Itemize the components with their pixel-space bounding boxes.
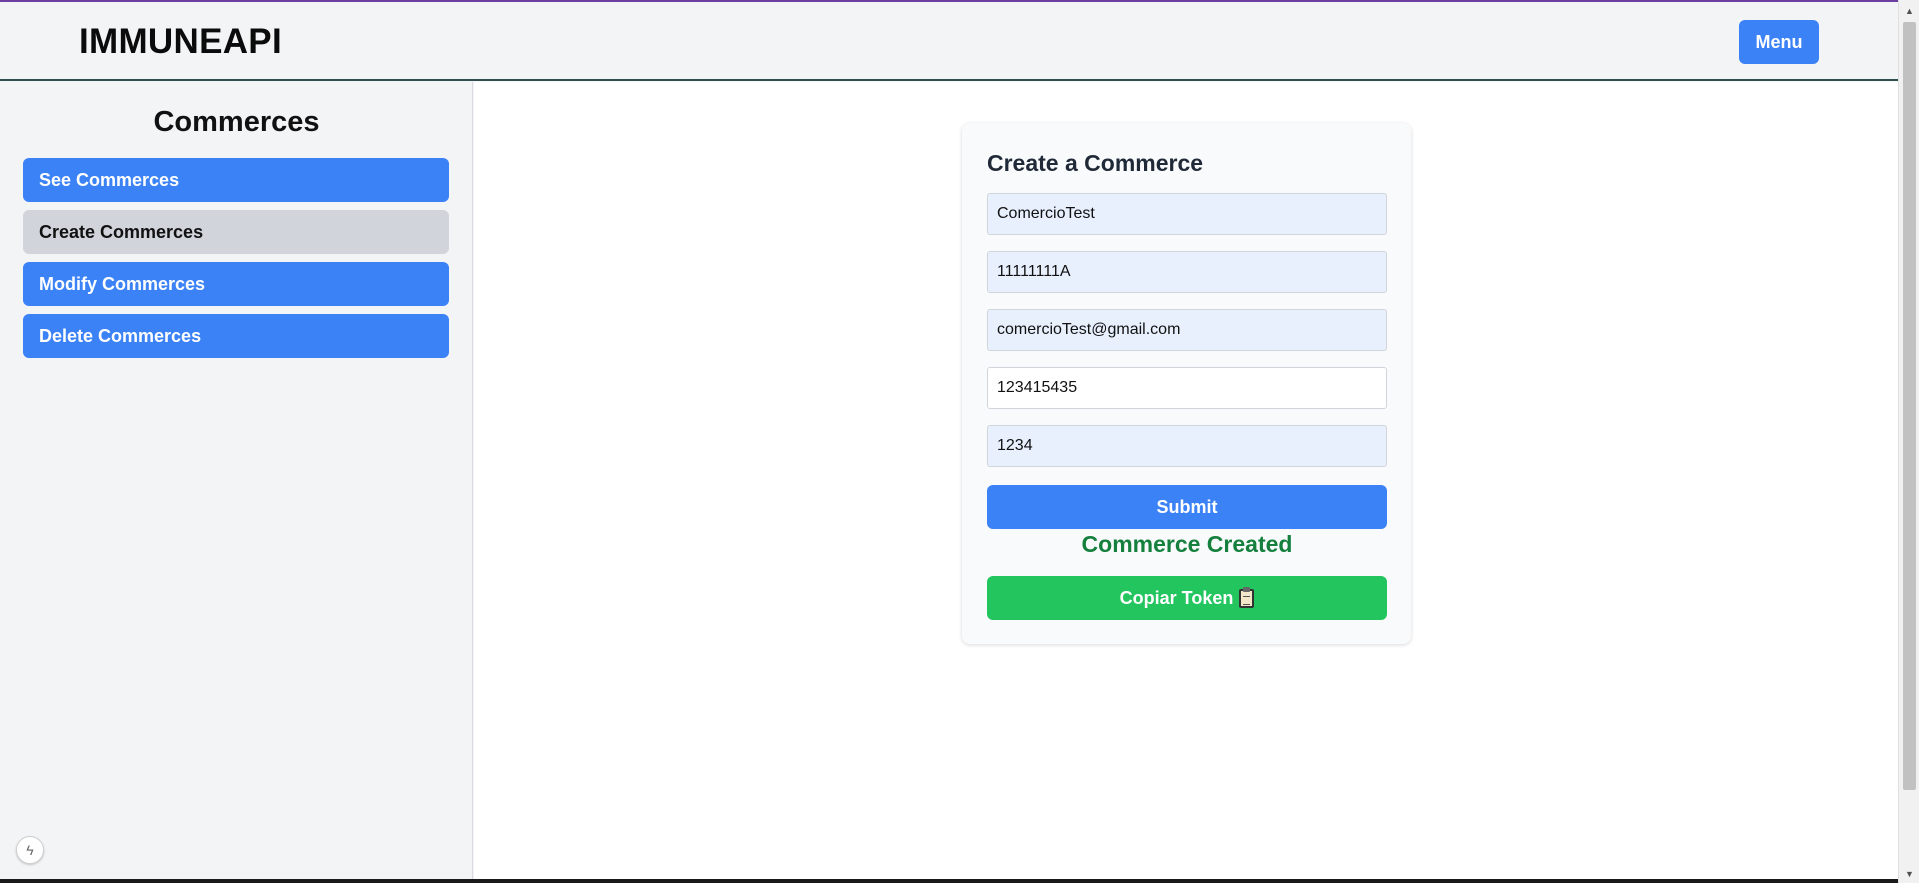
commerce-id-field[interactable]	[987, 425, 1387, 467]
dev-tools-icon[interactable]: ϟ	[16, 836, 44, 864]
scroll-down-icon[interactable]: ▼	[1899, 865, 1919, 883]
commerce-name-field[interactable]	[987, 193, 1387, 235]
main-content: Create a Commerce Submit Commerce Create…	[474, 82, 1898, 883]
scroll-up-icon[interactable]: ▲	[1899, 2, 1919, 20]
sidebar-item-create-commerces[interactable]: Create Commerces	[23, 210, 449, 254]
app-brand: IMMUNEAPI	[79, 22, 282, 61]
sidebar-item-modify-commerces[interactable]: Modify Commerces	[23, 262, 449, 306]
vertical-scrollbar[interactable]: ▲ ▼	[1898, 0, 1919, 883]
commerce-email-field[interactable]	[987, 309, 1387, 351]
scroll-thumb[interactable]	[1903, 22, 1916, 790]
status-message: Commerce Created	[1081, 531, 1293, 557]
menu-button[interactable]: Menu	[1739, 20, 1819, 64]
submit-button[interactable]: Submit	[987, 485, 1387, 529]
form-title: Create a Commerce	[987, 150, 1204, 176]
create-commerce-card: Create a Commerce Submit Commerce Create…	[962, 123, 1411, 644]
copy-token-button[interactable]: Copiar Token	[987, 576, 1387, 620]
commerce-phone-field[interactable]	[987, 367, 1387, 409]
top-header: IMMUNEAPI Menu	[0, 2, 1898, 81]
copy-token-label: Copiar Token	[1119, 587, 1234, 608]
sidebar-item-delete-commerces[interactable]: Delete Commerces	[23, 314, 449, 358]
commerce-cif-field[interactable]	[987, 251, 1387, 293]
sidebar-item-see-commerces[interactable]: See Commerces	[23, 158, 449, 202]
clipboard-icon	[1239, 586, 1255, 608]
sidebar: Commerces See Commerces Create Commerces…	[0, 82, 473, 883]
sidebar-title: Commerces	[153, 106, 320, 138]
bottom-edge	[0, 879, 1898, 883]
